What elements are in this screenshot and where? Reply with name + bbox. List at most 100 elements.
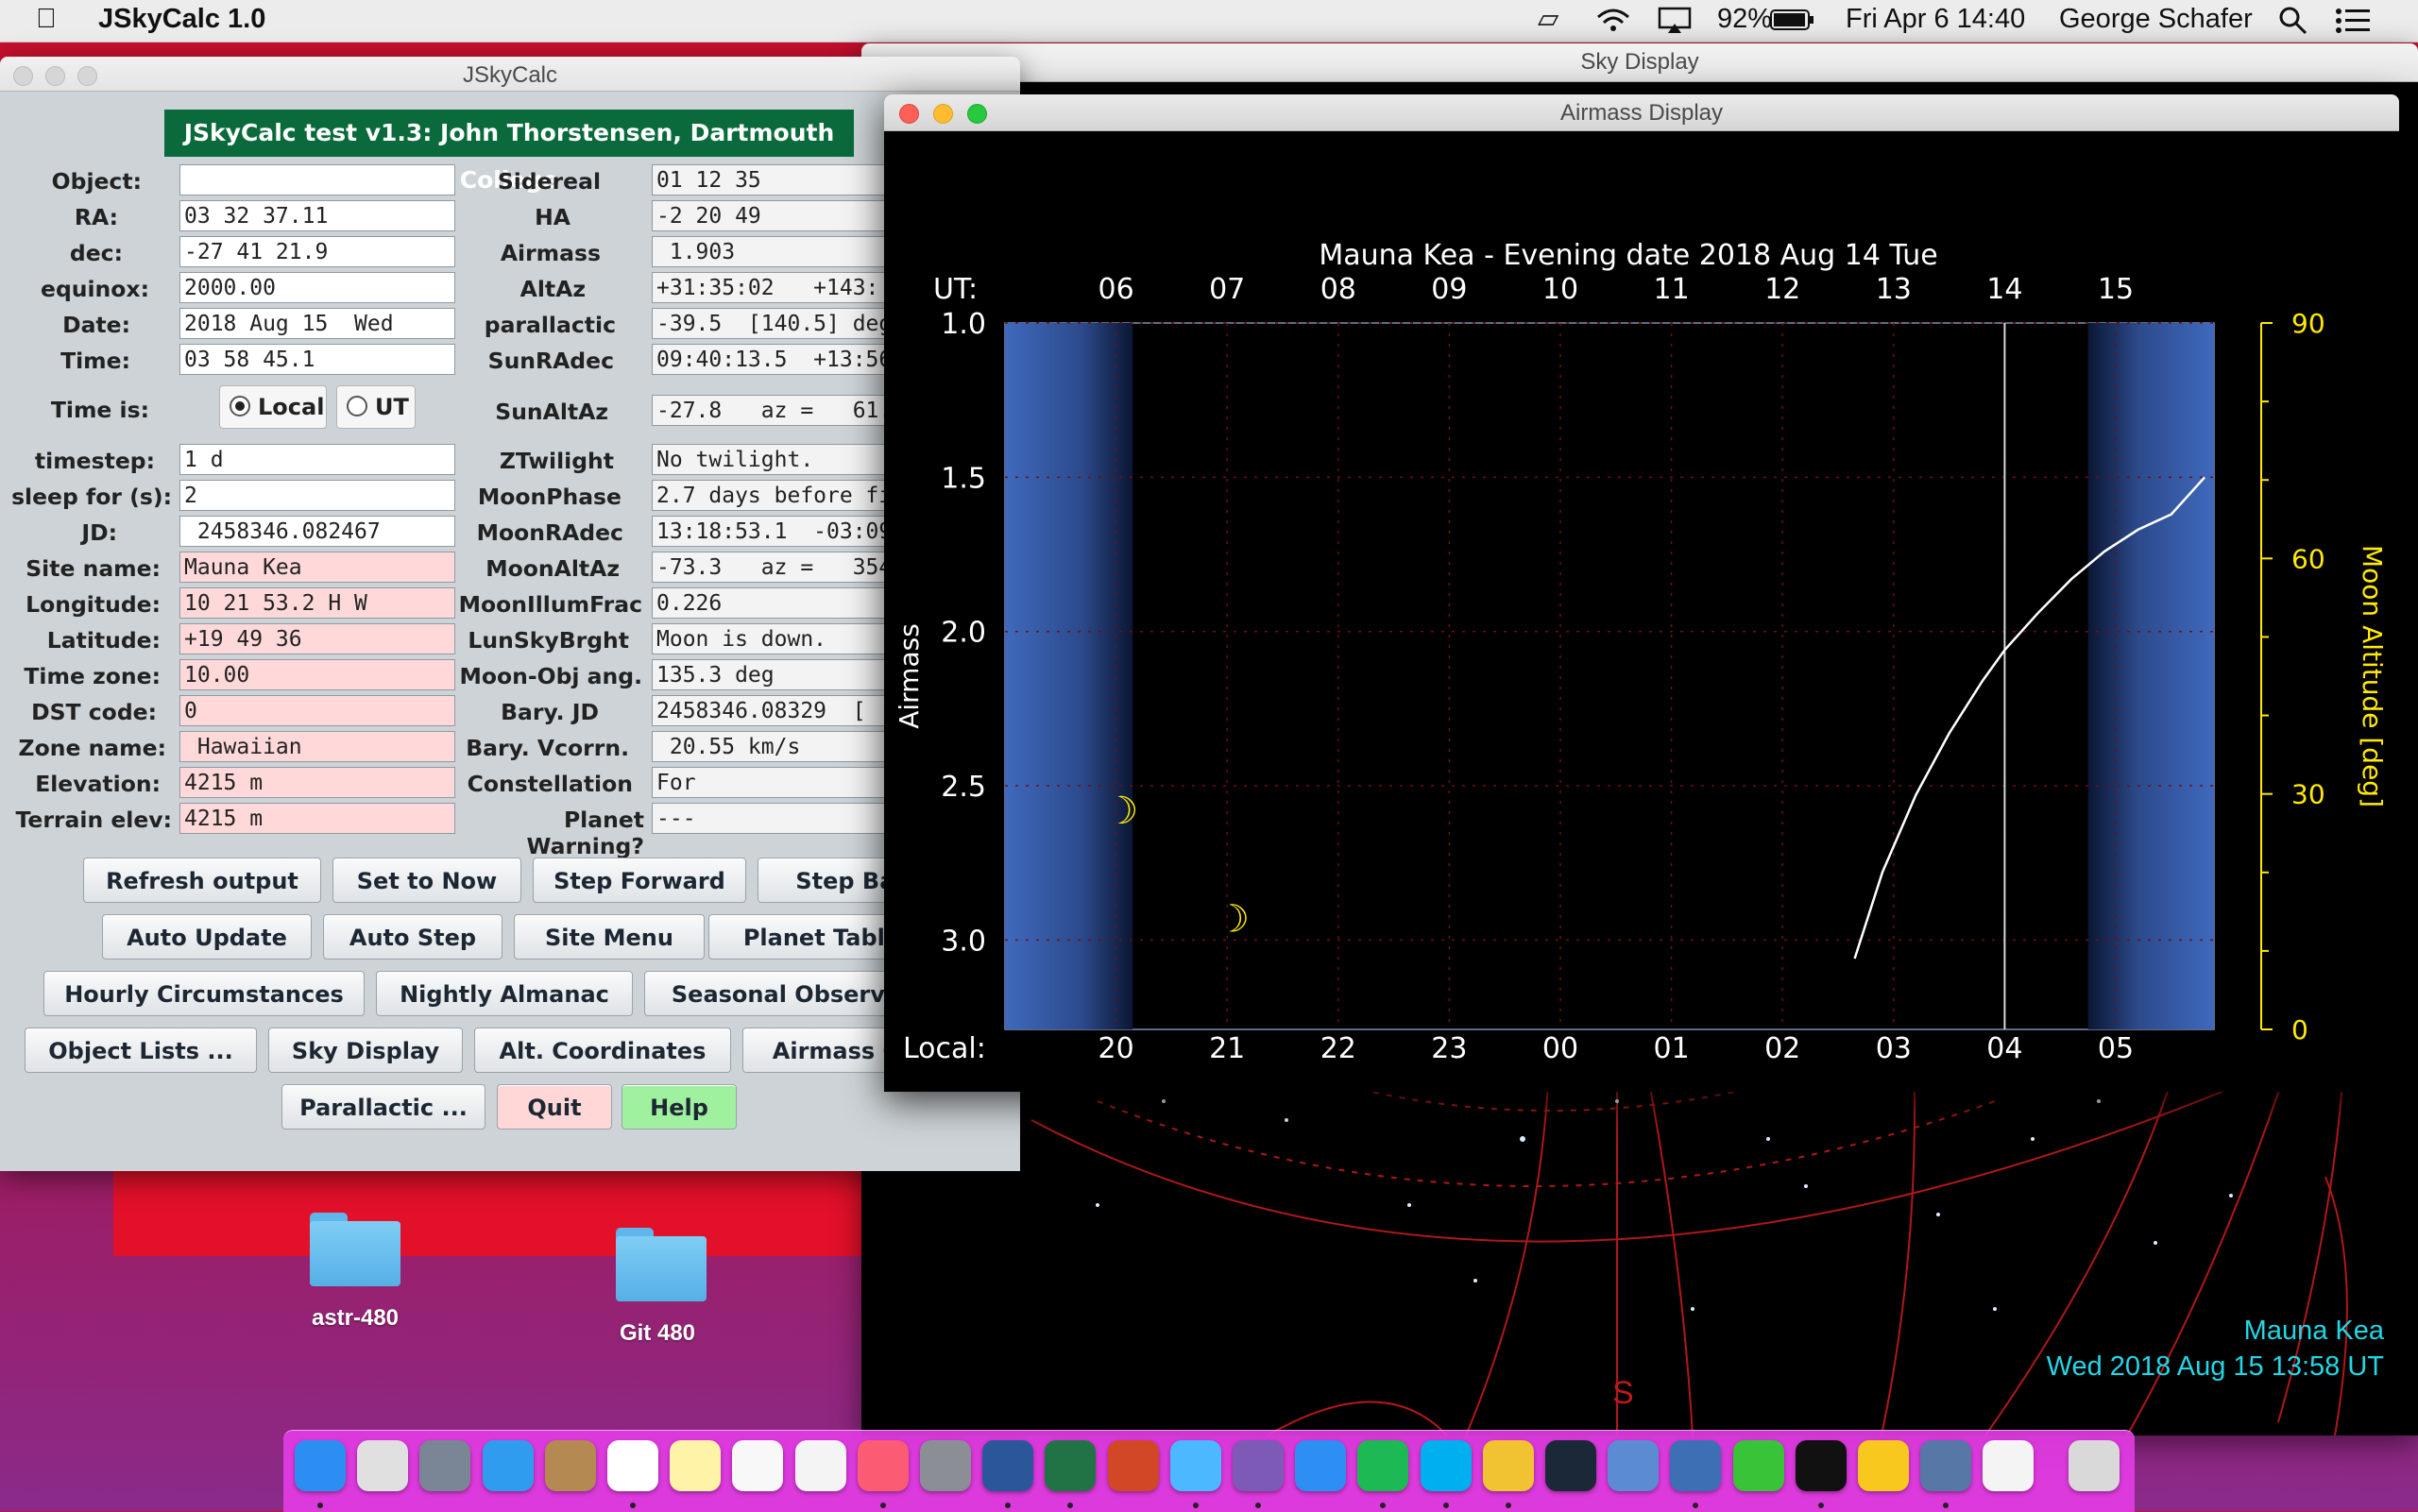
time-input[interactable]: 03 58 45.1 [179,344,455,375]
site-name-input[interactable]: Mauna Kea [179,552,455,583]
folder-label[interactable]: astr-480 [261,1305,450,1332]
dst-code-input[interactable]: 0 [179,695,455,726]
notification-center-icon[interactable] [2335,8,2371,34]
powerpoint-icon[interactable] [1107,1440,1159,1491]
ra-input[interactable]: 03 32 37.11 [179,200,455,231]
terminal-icon[interactable] [1795,1440,1847,1491]
virtualbox-icon[interactable] [1608,1440,1660,1491]
virtualbox-vm-icon[interactable] [1670,1440,1722,1491]
notes-icon[interactable] [670,1440,722,1491]
dec-input[interactable]: -27 41 21.9 [179,236,455,267]
script-editor-icon[interactable] [357,1440,409,1491]
equinox-input[interactable]: 2000.00 [179,272,455,303]
sky-display-titlebar[interactable]: Sky Display [861,43,2418,82]
field-label: MoonIllumFrac [458,591,642,618]
launchpad-icon[interactable] [419,1440,471,1491]
terrain-elev-input[interactable]: 4215 m [179,803,455,834]
folder-icon[interactable] [310,1213,400,1286]
apple-menu-icon[interactable]:  [36,4,57,35]
battery-percent: 92% [1717,4,1773,34]
sun-icon[interactable] [1858,1440,1909,1491]
spotlight-search-icon[interactable] [2278,6,2308,36]
field-label: DST code: [31,699,157,725]
battery-icon[interactable] [1770,8,1815,33]
folder-label[interactable]: Git 480 [563,1320,752,1347]
alt-coordinates-button[interactable]: Alt. Coordinates [474,1028,731,1073]
menu-bar:  JSkyCalc 1.0 ▱ 92% Fri Apr 6 14:40 Geo… [0,0,2418,42]
time-is-label: Time is: [50,397,149,423]
set-to-now-button[interactable]: Set to Now [332,858,521,903]
word-icon[interactable] [982,1440,1034,1491]
spotify-icon[interactable] [1357,1440,1409,1491]
ut-tick-label: 12 [1764,273,1800,306]
jd-input[interactable]: 2458346.082467 [179,516,455,547]
finder-icon[interactable] [295,1440,346,1491]
reminders-icon[interactable] [732,1440,784,1491]
excel-icon[interactable] [1045,1440,1097,1491]
steam-icon[interactable] [1545,1440,1596,1491]
xcode-icon[interactable] [1295,1440,1347,1491]
running-indicator [1693,1503,1699,1508]
sky-display-button[interactable]: Sky Display [268,1028,463,1073]
menu-user[interactable]: George Schafer [2059,4,2253,35]
parallactic-button[interactable]: Parallactic ... [281,1084,485,1130]
auto-step-button[interactable]: Auto Step [323,914,502,960]
site-menu-button[interactable]: Site Menu [514,914,705,960]
airmass-titlebar[interactable]: Airmass Display [884,94,2399,131]
sleep-input[interactable]: 2 [179,480,455,511]
jskycalc-titlebar[interactable]: JSkyCalc [0,57,1020,92]
field-label: Moon-Obj ang. [459,663,642,689]
field-label: MoonPhase [477,484,622,510]
help-button[interactable]: Help [622,1084,737,1130]
airmass-chart[interactable]: ☽ ☽ Mauna Kea - Evening date 2018 Aug 14 … [884,130,2399,1092]
longitude-input[interactable]: 10 21 53.2 H W [179,587,455,619]
calendar-icon[interactable] [607,1440,658,1491]
zone-name-input[interactable]: Hawaiian [179,731,455,762]
app-name-menu[interactable]: JSkyCalc 1.0 [98,4,265,35]
elevation-input[interactable]: 4215 m [179,767,455,798]
time-zone-input[interactable]: 10.00 [179,659,455,690]
moon-marker: ☽ [1216,898,1250,942]
itunes-icon[interactable] [857,1440,909,1491]
field-label: SunAltAz [495,399,608,425]
skype-icon[interactable] [1420,1440,1472,1491]
contacts-icon[interactable] [544,1440,596,1491]
latitude-input[interactable]: +19 49 36 [179,623,455,654]
menu-clock[interactable]: Fri Apr 6 14:40 [1846,4,2025,35]
java-icon[interactable] [1983,1440,2035,1491]
object-input[interactable] [179,164,455,195]
folder-icon[interactable] [616,1228,707,1301]
local-tick-label: 03 [1876,1032,1912,1065]
auto-update-button[interactable]: Auto Update [102,914,312,960]
wifi-icon[interactable] [1594,6,1632,34]
timestep-input[interactable]: 1 d [179,444,455,475]
local-tick-label: 21 [1209,1032,1245,1065]
telescope-icon[interactable] [1920,1440,1972,1491]
running-indicator [630,1503,636,1508]
object-lists-button[interactable]: Object Lists ... [25,1028,257,1073]
emacs-icon[interactable] [1233,1440,1284,1491]
radio-label: UT [375,394,409,420]
field-label: equinox: [41,276,149,302]
chrome-icon[interactable] [1482,1440,1534,1491]
step-forward-button[interactable]: Step Forward [533,858,746,903]
running-indicator [1255,1503,1261,1508]
airplay-icon[interactable] [1657,7,1693,35]
trash-icon[interactable] [2068,1440,2120,1491]
y-axis-label: Airmass [894,623,925,729]
refresh-output-button[interactable]: Refresh output [83,858,321,903]
hourly-circumstances-button[interactable]: Hourly Circumstances [43,971,365,1016]
safari-icon[interactable] [482,1440,534,1491]
date-input[interactable]: 2018 Aug 15 Wed [179,308,455,339]
system-preferences-icon[interactable] [920,1440,971,1491]
status-icon[interactable]: ▱ [1538,2,1558,35]
sky-south-label: S [1612,1375,1634,1411]
nightly-almanac-button[interactable]: Nightly Almanac [376,971,633,1016]
local-tick-label: 05 [2098,1032,2134,1065]
sync-icon[interactable] [1732,1440,1784,1491]
local-radio[interactable]: Local [219,385,327,429]
ut-radio[interactable]: UT [336,385,416,429]
photos-icon[interactable] [794,1440,846,1491]
messages-icon[interactable] [1169,1440,1221,1491]
quit-button[interactable]: Quit [497,1084,612,1130]
